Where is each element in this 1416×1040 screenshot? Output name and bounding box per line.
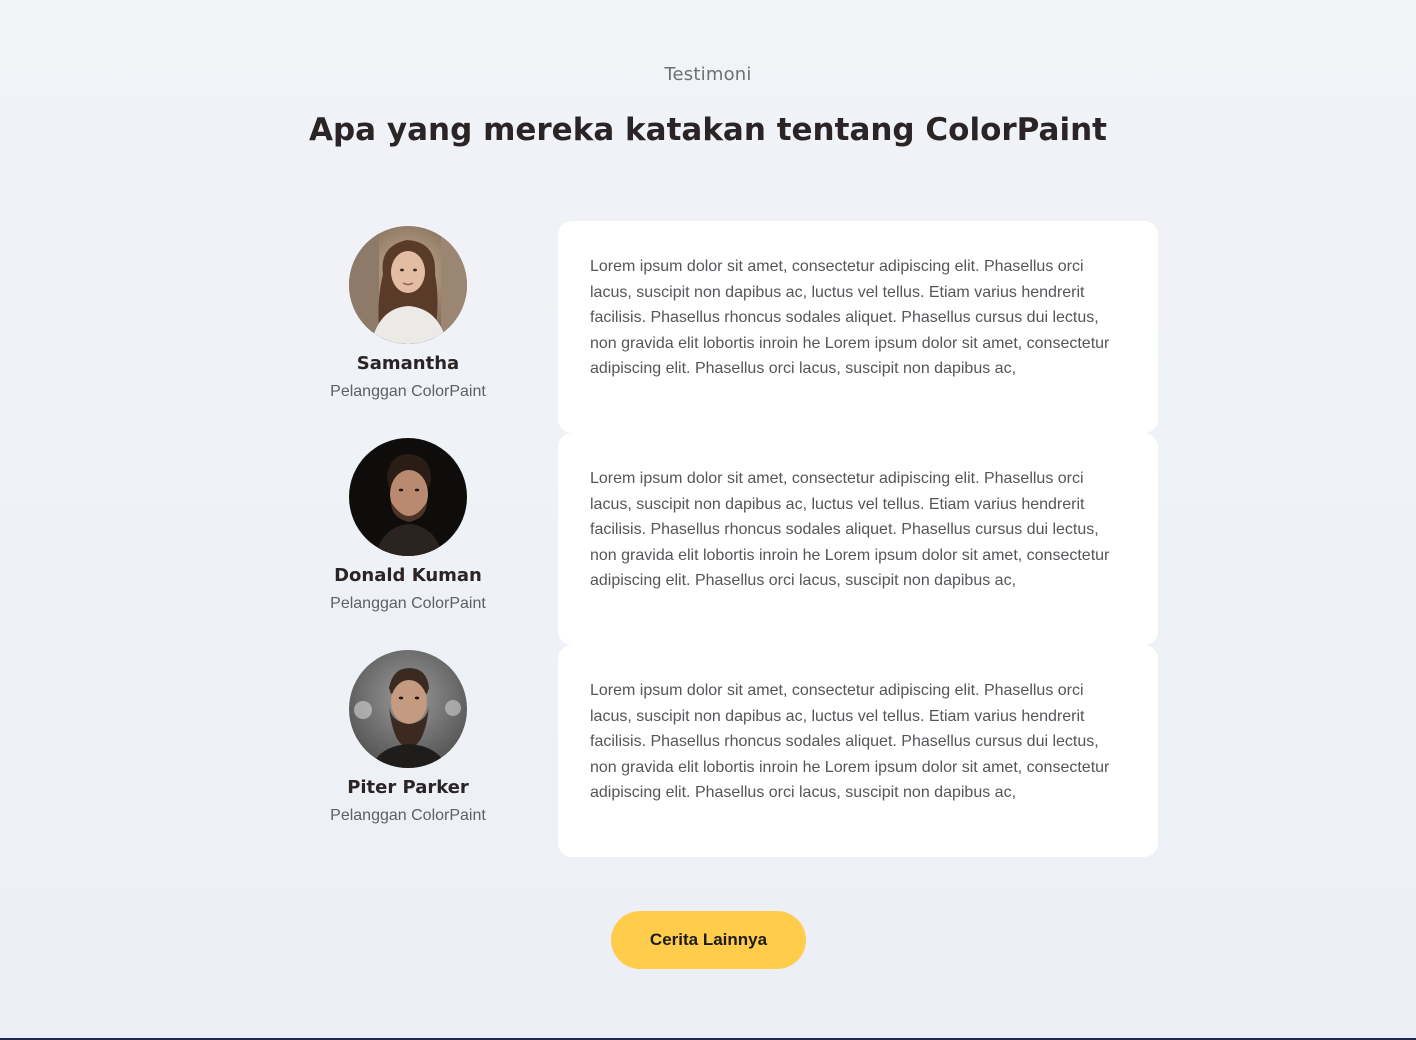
testimonial-item: Piter Parker Pelanggan ColorPaint Lorem … xyxy=(330,645,1158,857)
testimonial-text: Lorem ipsum dolor sit amet, consectetur … xyxy=(590,258,1110,377)
author-role: Pelanggan ColorPaint xyxy=(330,807,486,824)
testimonial-item: Donald Kuman Pelanggan ColorPaint Lorem … xyxy=(330,433,1158,645)
more-stories-button[interactable]: Cerita Lainnya xyxy=(611,911,806,969)
avatar xyxy=(349,226,467,344)
testimonial-section: Testimoni Apa yang mereka katakan tentan… xyxy=(0,0,1416,1038)
testimonial-card: Lorem ipsum dolor sit amet, consectetur … xyxy=(558,221,1158,433)
testimonial-text: Lorem ipsum dolor sit amet, consectetur … xyxy=(590,470,1110,589)
author-role: Pelanggan ColorPaint xyxy=(330,595,486,612)
author-name: Samantha xyxy=(356,353,460,374)
testimonial-card: Lorem ipsum dolor sit amet, consectetur … xyxy=(558,645,1158,857)
author-name: Donald Kuman xyxy=(334,565,482,586)
section-eyebrow: Testimoni xyxy=(664,64,752,85)
section-heading: Apa yang mereka katakan tentang ColorPai… xyxy=(309,112,1107,148)
testimonial-item: Samantha Pelanggan ColorPaint Lorem ipsu… xyxy=(330,221,1158,433)
testimonial-card: Lorem ipsum dolor sit amet, consectetur … xyxy=(558,433,1158,645)
avatar xyxy=(349,438,467,556)
avatar xyxy=(349,650,467,768)
testimonial-text: Lorem ipsum dolor sit amet, consectetur … xyxy=(590,682,1110,801)
author-name: Piter Parker xyxy=(347,777,469,798)
author-role: Pelanggan ColorPaint xyxy=(330,383,486,400)
